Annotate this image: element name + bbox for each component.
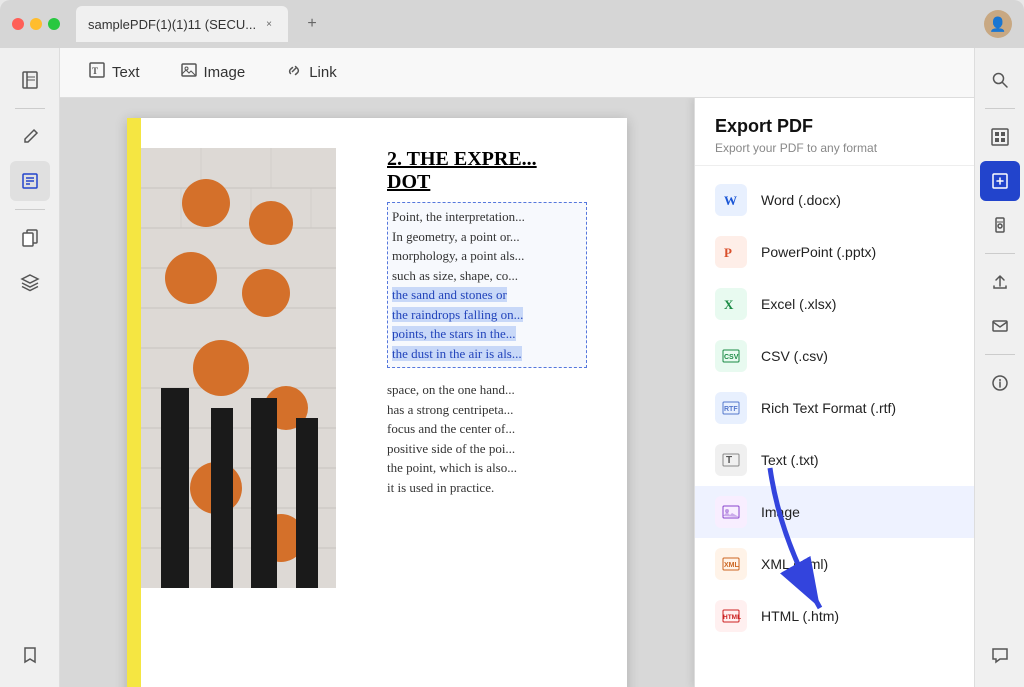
excel-icon: X bbox=[715, 288, 747, 320]
art-svg bbox=[141, 148, 336, 588]
csv-label: CSV (.csv) bbox=[761, 348, 828, 364]
svg-text:X: X bbox=[724, 297, 734, 312]
content-area: 2. THE EXPRE...DOT Point, the interpreta… bbox=[60, 98, 974, 687]
maximize-button[interactable] bbox=[48, 18, 60, 30]
left-sidebar bbox=[0, 48, 60, 687]
svg-text:XML: XML bbox=[724, 562, 740, 569]
pdf-paragraph-2: space, on the one hand... has a strong c… bbox=[387, 380, 587, 497]
minimize-button[interactable] bbox=[30, 18, 42, 30]
pdf-text-content: 2. THE EXPRE...DOT Point, the interpreta… bbox=[387, 148, 587, 497]
export-header: Export PDF Export your PDF to any format bbox=[695, 98, 974, 166]
right-comment-icon[interactable] bbox=[980, 635, 1020, 675]
image-toolbar-icon bbox=[180, 61, 198, 84]
right-divider-2 bbox=[985, 253, 1015, 254]
xml-icon: XML bbox=[715, 548, 747, 580]
html-icon: HTML bbox=[715, 600, 747, 632]
text-icon: T bbox=[715, 444, 747, 476]
export-item-text[interactable]: T Text (.txt) bbox=[695, 434, 974, 486]
pdf-page: 2. THE EXPRE...DOT Point, the interpreta… bbox=[127, 118, 627, 687]
sidebar-divider-1 bbox=[15, 108, 45, 109]
image-icon bbox=[715, 496, 747, 528]
right-divider-1 bbox=[985, 108, 1015, 109]
titlebar: samplePDF(1)(1)11 (SECU... × + 👤 bbox=[0, 0, 1024, 48]
pdf-and-export: 2. THE EXPRE...DOT Point, the interpreta… bbox=[60, 98, 974, 687]
pdf-area: 2. THE EXPRE...DOT Point, the interpreta… bbox=[60, 98, 694, 687]
export-item-html[interactable]: HTML HTML (.htm) bbox=[695, 590, 974, 642]
pdf-art-image bbox=[141, 148, 336, 588]
export-item-image[interactable]: Image bbox=[695, 486, 974, 538]
word-icon: W bbox=[715, 184, 747, 216]
toolbar-text[interactable]: T Text bbox=[80, 57, 148, 88]
new-tab-button[interactable]: + bbox=[300, 12, 324, 36]
text-selection-box: Point, the interpretation... In geometry… bbox=[387, 202, 587, 368]
export-panel: Export PDF Export your PDF to any format… bbox=[694, 98, 974, 687]
traffic-lights bbox=[12, 18, 60, 30]
svg-text:CSV: CSV bbox=[724, 354, 739, 361]
export-list: W Word (.docx) P Po bbox=[695, 166, 974, 687]
svg-text:T: T bbox=[726, 455, 732, 466]
right-share-icon[interactable] bbox=[980, 262, 1020, 302]
yellow-bar bbox=[127, 118, 141, 687]
export-item-word[interactable]: W Word (.docx) bbox=[695, 174, 974, 226]
active-tab[interactable]: samplePDF(1)(1)11 (SECU... × bbox=[76, 6, 288, 42]
toolbar-image[interactable]: Image bbox=[172, 57, 254, 88]
pdf-paragraph-1: Point, the interpretation... In geometry… bbox=[387, 202, 587, 368]
toolbar-text-label: Text bbox=[112, 64, 140, 81]
sidebar-icon-book[interactable] bbox=[10, 60, 50, 100]
csv-icon: CSV bbox=[715, 340, 747, 372]
right-protect-icon[interactable] bbox=[980, 205, 1020, 245]
export-title: Export PDF bbox=[715, 116, 954, 137]
sidebar-icon-edit[interactable] bbox=[10, 161, 50, 201]
toolbar-image-label: Image bbox=[204, 64, 246, 81]
sidebar-divider-2 bbox=[15, 209, 45, 210]
right-mail-icon[interactable] bbox=[980, 306, 1020, 346]
html-label: HTML (.htm) bbox=[761, 608, 839, 624]
sidebar-icon-bookmark[interactable] bbox=[10, 635, 50, 675]
xml-label: XML (.xml) bbox=[761, 556, 828, 572]
sidebar-icon-layers[interactable] bbox=[10, 262, 50, 302]
sidebar-icon-pen[interactable] bbox=[10, 117, 50, 157]
text-toolbar-icon: T bbox=[88, 61, 106, 84]
text-label: Text (.txt) bbox=[761, 452, 819, 468]
pdf-title: 2. THE EXPRE...DOT bbox=[387, 148, 587, 194]
svg-text:W: W bbox=[724, 193, 737, 208]
center-column: T Text Image bbox=[60, 48, 974, 687]
export-item-xml[interactable]: XML XML (.xml) bbox=[695, 538, 974, 590]
rtf-label: Rich Text Format (.rtf) bbox=[761, 400, 896, 416]
close-button[interactable] bbox=[12, 18, 24, 30]
tab-title: samplePDF(1)(1)11 (SECU... bbox=[88, 17, 256, 32]
word-label: Word (.docx) bbox=[761, 192, 841, 208]
image-label: Image bbox=[761, 504, 800, 520]
export-item-rtf[interactable]: RTF Rich Text Format (.rtf) bbox=[695, 382, 974, 434]
avatar[interactable]: 👤 bbox=[984, 10, 1012, 38]
right-properties-icon[interactable] bbox=[980, 363, 1020, 403]
link-toolbar-icon bbox=[285, 61, 303, 84]
toolbar-link[interactable]: Link bbox=[277, 57, 345, 88]
svg-text:P: P bbox=[724, 245, 732, 260]
rtf-icon: RTF bbox=[715, 392, 747, 424]
export-subtitle: Export your PDF to any format bbox=[715, 141, 954, 155]
right-search-icon[interactable] bbox=[980, 60, 1020, 100]
toolbar-link-label: Link bbox=[309, 64, 337, 81]
export-item-csv[interactable]: CSV CSV (.csv) bbox=[695, 330, 974, 382]
powerpoint-icon: P bbox=[715, 236, 747, 268]
export-item-powerpoint[interactable]: P PowerPoint (.pptx) bbox=[695, 226, 974, 278]
right-export-icon[interactable] bbox=[980, 161, 1020, 201]
highlighted-text: the sand and stones or the raindrops fal… bbox=[392, 287, 523, 361]
export-item-excel[interactable]: X Excel (.xlsx) bbox=[695, 278, 974, 330]
excel-label: Excel (.xlsx) bbox=[761, 296, 836, 312]
sidebar-icon-copy[interactable] bbox=[10, 218, 50, 258]
svg-text:HTML: HTML bbox=[723, 614, 741, 621]
tab-close-button[interactable]: × bbox=[262, 17, 276, 31]
svg-text:RTF: RTF bbox=[724, 406, 738, 413]
right-sidebar bbox=[974, 48, 1024, 687]
svg-text:T: T bbox=[92, 66, 98, 76]
right-divider-3 bbox=[985, 354, 1015, 355]
toolbar: T Text Image bbox=[60, 48, 974, 98]
powerpoint-label: PowerPoint (.pptx) bbox=[761, 244, 876, 260]
main-layout: T Text Image bbox=[0, 48, 1024, 687]
right-ocr-icon[interactable] bbox=[980, 117, 1020, 157]
